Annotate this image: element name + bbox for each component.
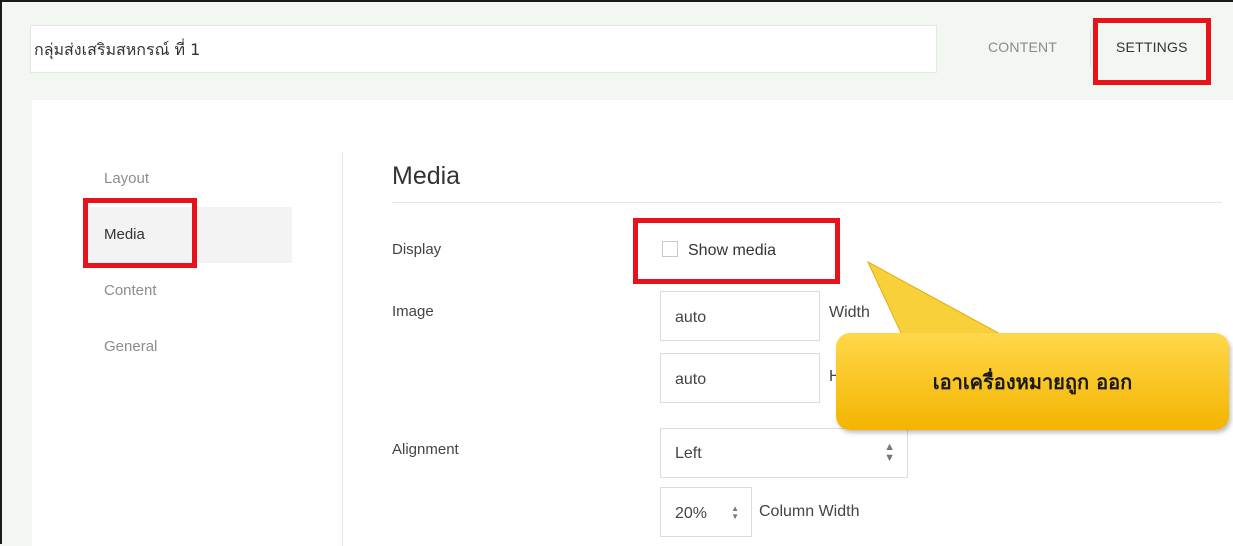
alignment-select-value: Left [675, 445, 702, 462]
select-arrows-icon: ▲ ▼ [884, 441, 895, 464]
image-height-input[interactable]: auto [660, 353, 820, 403]
alignment-label: Alignment [392, 441, 459, 458]
display-label: Display [392, 241, 442, 258]
callout-text: เอาเครื่องหมายถูก ออก [932, 369, 1133, 394]
section-title: Media [392, 162, 461, 190]
column-width-value: 20% [675, 505, 708, 522]
column-width-select[interactable]: 20% ▲ ▼ [660, 487, 752, 537]
select-arrows-icon: ▲ ▼ [731, 504, 739, 521]
page-title-bar: กลุ่มส่งเสริมสหกรณ์ ที่ 1 [30, 25, 937, 73]
sidebar-item-general[interactable]: General [104, 338, 157, 355]
section-divider [392, 202, 1222, 203]
show-media-highlight [633, 218, 840, 284]
settings-tab-highlight [1093, 18, 1211, 85]
settings-panel: Layout Media Content General Media Displ… [32, 100, 1233, 546]
image-label: Image [392, 303, 434, 320]
media-item-highlight [83, 198, 197, 268]
sidebar-item-layout[interactable]: Layout [104, 170, 149, 187]
sidebar-item-content[interactable]: Content [104, 282, 157, 299]
tab-divider [1090, 29, 1091, 67]
width-label: Width [829, 304, 870, 321]
sidebar-divider [342, 152, 343, 546]
column-width-label: Column Width [759, 503, 860, 520]
tab-content[interactable]: CONTENT [988, 39, 1057, 55]
instruction-callout: เอาเครื่องหมายถูก ออก [836, 333, 1229, 430]
image-width-input[interactable]: auto [660, 291, 820, 341]
alignment-select[interactable]: Left ▲ ▼ [660, 428, 908, 478]
page-title: กลุ่มส่งเสริมสหกรณ์ ที่ 1 [34, 40, 201, 59]
